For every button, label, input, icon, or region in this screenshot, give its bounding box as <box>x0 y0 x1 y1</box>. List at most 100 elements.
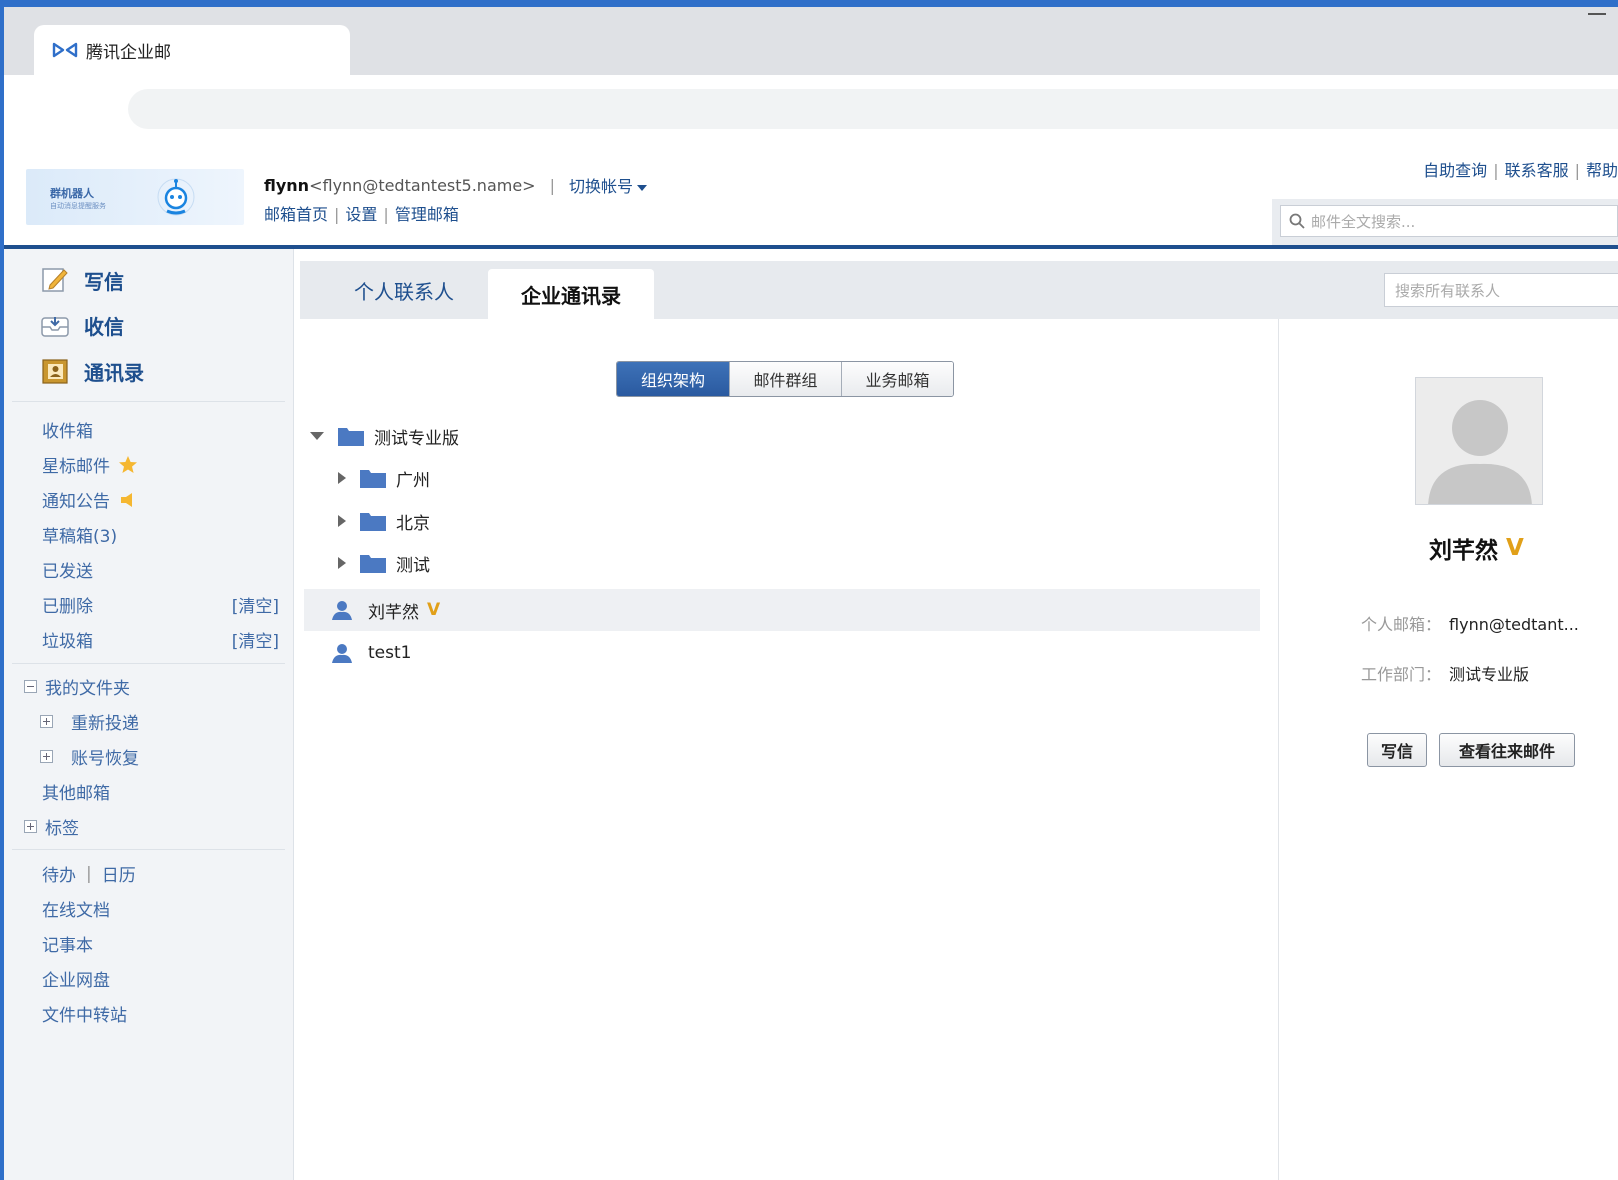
sidebar-item-label: 标签 <box>45 819 79 839</box>
sidebar-item-label: 在线文档 <box>42 901 110 921</box>
segment-mail-groups[interactable]: 邮件群组 <box>729 362 841 396</box>
mail-search-input[interactable]: 邮件全文搜索... <box>1280 205 1618 237</box>
compose-icon <box>42 268 68 292</box>
tencent-mail-logo-icon <box>52 42 78 58</box>
tree-person-row[interactable]: test1 <box>304 632 1260 674</box>
sidebar-item-account-recovery[interactable]: 账号恢复 <box>40 744 139 769</box>
tree-folder-beijing[interactable]: 北京 <box>304 500 1260 542</box>
sidebar-item-notepad[interactable]: 记事本 <box>42 931 279 956</box>
user-links: 邮箱首页 | 设置 | 管理邮箱 <box>264 201 459 225</box>
speaker-icon <box>121 492 132 507</box>
tree-root-label: 测试专业版 <box>374 428 459 449</box>
switch-account-label: 切换帐号 <box>568 177 633 196</box>
admin-mailbox-link[interactable]: 管理邮箱 <box>395 205 459 224</box>
expand-icon[interactable] <box>40 715 53 728</box>
compose-link[interactable]: 写信 <box>40 265 124 295</box>
empty-deleted-link[interactable]: [清空] <box>232 592 279 617</box>
sidebar-item-sent[interactable]: 已发送 <box>42 557 279 582</box>
address-bar[interactable] <box>128 89 1618 129</box>
switch-account-link[interactable]: 切换帐号 <box>569 173 647 197</box>
email-label: 个人邮箱： <box>1361 615 1442 634</box>
browser-toolbar <box>4 75 1618 145</box>
settings-link[interactable]: 设置 <box>345 205 377 224</box>
expand-arrow-icon[interactable] <box>338 472 346 484</box>
robot-banner[interactable]: 群机器人 自动消息提醒服务 <box>26 169 244 225</box>
contacts-label: 通讯录 <box>84 360 144 385</box>
tree-root[interactable]: 测试专业版 <box>304 415 1260 457</box>
pipe-separator: | <box>1493 161 1499 180</box>
caret-down-icon <box>636 184 647 191</box>
calendar-link[interactable]: 日历 <box>102 861 136 886</box>
browser-tab[interactable]: 腾讯企业邮 <box>34 25 350 75</box>
sidebar-item-tags[interactable]: 标签 <box>24 814 279 839</box>
sidebar-item-notices[interactable]: 通知公告 <box>42 487 279 512</box>
tree-folder-test[interactable]: 测试 <box>304 542 1260 584</box>
sidebar-item-label: 星标邮件 <box>42 457 110 477</box>
contacts-link[interactable]: 通讯录 <box>40 356 144 386</box>
tree-folder-guangzhou[interactable]: 广州 <box>304 457 1260 499</box>
directory-segmented-control: 组织架构 邮件群组 业务邮箱 <box>616 361 954 397</box>
contacts-main: 个人联系人 企业通讯录 搜索所有联系人 组织架构 邮件群组 业务邮箱 测试专业版… <box>300 261 1618 1180</box>
sidebar-item-label: 通知公告 <box>42 492 110 512</box>
tab-enterprise-directory[interactable]: 企业通讯录 <box>488 269 654 319</box>
sidebar-item-spam[interactable]: 垃圾箱 [清空] <box>42 627 279 652</box>
sidebar-item-starred[interactable]: 星标邮件 <box>42 452 279 477</box>
collapse-arrow-icon[interactable] <box>310 432 324 440</box>
sidebar-item-label: 账号恢复 <box>71 749 139 769</box>
collapse-icon[interactable] <box>24 680 37 693</box>
compose-label: 写信 <box>84 269 124 294</box>
segment-business-mailbox[interactable]: 业务邮箱 <box>841 362 953 396</box>
dept-value: 测试专业版 <box>1449 665 1530 684</box>
sidebar-item-label: 记事本 <box>42 936 93 956</box>
sidebar-item-label: 垃圾箱 <box>42 632 93 652</box>
user-separator: | <box>549 175 555 195</box>
address-book-icon <box>42 359 68 384</box>
window-minimize-icon[interactable] <box>1588 13 1606 15</box>
folder-icon <box>360 513 386 531</box>
sidebar-divider <box>12 849 285 850</box>
sidebar-item-deleted[interactable]: 已删除 [清空] <box>42 592 279 617</box>
view-mail-history-button[interactable]: 查看往来邮件 <box>1439 733 1575 767</box>
sidebar-divider <box>12 663 285 664</box>
sidebar-item-drafts[interactable]: 草稿箱(3) <box>42 522 279 547</box>
tree-person-row-selected[interactable]: 刘芊然 V <box>304 589 1260 631</box>
tab-personal-contacts[interactable]: 个人联系人 <box>320 261 488 319</box>
tree-person-name: 刘芊然 <box>368 602 419 623</box>
expand-icon[interactable] <box>40 750 53 763</box>
expand-icon[interactable] <box>24 820 37 833</box>
pipe-separator: | <box>86 863 92 884</box>
expand-arrow-icon[interactable] <box>338 515 346 527</box>
sidebar-item-my-folders[interactable]: 我的文件夹 <box>24 674 279 699</box>
email-value[interactable]: flynn@tedtant... <box>1449 615 1579 634</box>
sidebar-item-label: 其他邮箱 <box>42 784 110 804</box>
sidebar-item-netdisk[interactable]: 企业网盘 <box>42 966 279 991</box>
contact-search-input[interactable]: 搜索所有联系人 <box>1384 273 1618 307</box>
vip-badge: V <box>1506 535 1524 561</box>
help-link[interactable]: 帮助 <box>1586 161 1618 180</box>
self-help-link[interactable]: 自助查询 <box>1423 161 1487 180</box>
empty-spam-link[interactable]: [清空] <box>232 627 279 652</box>
sidebar-item-online-docs[interactable]: 在线文档 <box>42 896 279 921</box>
browser-tabstrip: 腾讯企业邮 <box>4 7 1618 75</box>
mailbox-home-link[interactable]: 邮箱首页 <box>264 205 328 224</box>
banner-subtitle: 自动消息提醒服务 <box>50 202 106 210</box>
browser-window: 腾讯企业邮 群机器人 自动消息提醒服务 flynn <flynn@tedtant… <box>4 7 1618 1180</box>
default-avatar-icon <box>1428 400 1532 504</box>
sidebar-item-redeliver[interactable]: 重新投递 <box>40 709 139 734</box>
search-icon <box>1289 213 1305 229</box>
contact-search-placeholder: 搜索所有联系人 <box>1395 281 1501 300</box>
user-email: <flynn@tedtantest5.name> <box>309 175 536 195</box>
user-line: flynn <flynn@tedtantest5.name> | 切换帐号 <box>264 173 647 197</box>
compose-to-contact-button[interactable]: 写信 <box>1367 733 1427 767</box>
folder-icon <box>360 470 386 488</box>
sidebar-item-label: 文件中转站 <box>42 1006 127 1026</box>
segment-org-structure[interactable]: 组织架构 <box>617 362 729 396</box>
contact-support-link[interactable]: 联系客服 <box>1505 161 1569 180</box>
todo-link[interactable]: 待办 <box>42 861 76 886</box>
tree-folder-label: 北京 <box>396 513 430 534</box>
sidebar-item-file-transfer[interactable]: 文件中转站 <box>42 1001 279 1026</box>
sidebar-item-inbox[interactable]: 收件箱 <box>42 417 279 442</box>
receive-link[interactable]: 收信 <box>40 310 124 340</box>
sidebar-item-other-mail[interactable]: 其他邮箱 <box>42 779 279 804</box>
expand-arrow-icon[interactable] <box>338 557 346 569</box>
